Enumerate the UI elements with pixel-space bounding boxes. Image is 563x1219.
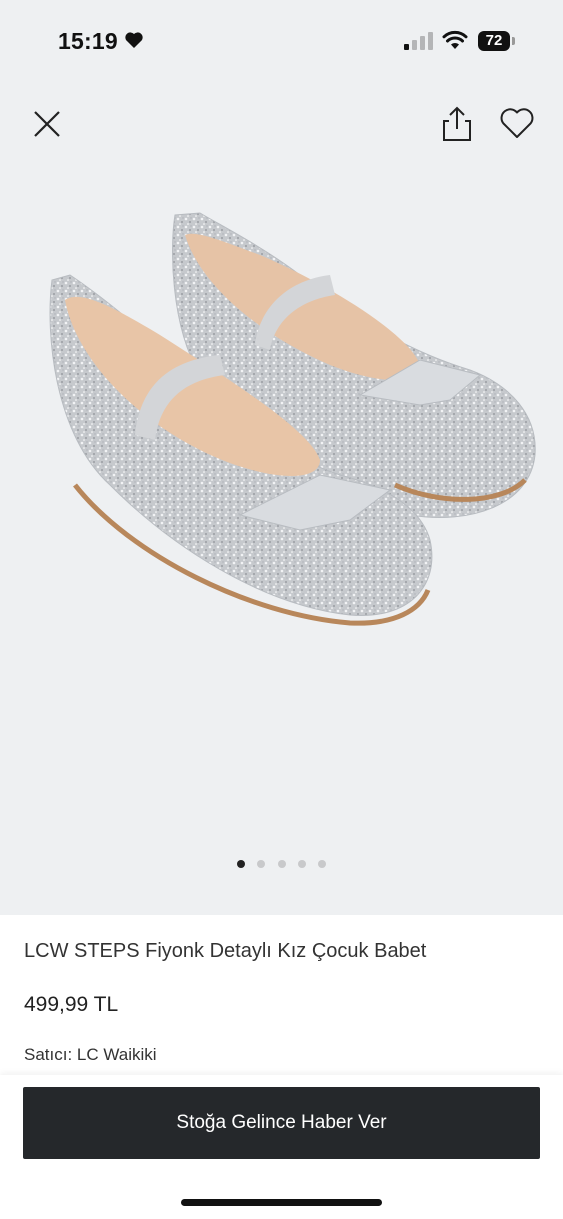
pagination-dot-3[interactable]	[277, 860, 286, 868]
wifi-icon	[442, 30, 468, 55]
close-icon[interactable]	[30, 107, 64, 141]
pagination-dot-5[interactable]	[318, 860, 327, 868]
battery-icon: 72	[478, 31, 510, 51]
status-time: 15:19	[58, 28, 118, 54]
pagination-dot-4[interactable]	[297, 860, 306, 868]
notify-when-in-stock-button[interactable]: Stoğa Gelince Haber Ver	[23, 1087, 540, 1159]
gallery-pagination	[0, 855, 563, 869]
status-bar: 15:19 72	[0, 0, 563, 85]
product-seller[interactable]: Satıcı: LC Waikiki	[24, 1045, 157, 1065]
gallery-top-actions	[0, 85, 563, 165]
heart-icon	[124, 31, 144, 54]
pagination-dot-1[interactable]	[236, 860, 245, 868]
bottom-action-bar: Stoğa Gelince Haber Ver	[0, 1075, 563, 1219]
product-price: 499,99 TL	[24, 993, 119, 1016]
pagination-dot-2[interactable]	[257, 860, 266, 868]
battery-cap	[512, 37, 515, 45]
home-indicator	[181, 1199, 382, 1206]
product-image-shoes[interactable]	[0, 185, 563, 745]
heart-outline-icon[interactable]	[498, 105, 536, 141]
signal-icon	[404, 32, 434, 55]
product-title: LCW STEPS Fiyonk Detaylı Kız Çocuk Babet	[24, 940, 427, 962]
product-gallery[interactable]	[0, 85, 563, 915]
share-icon[interactable]	[440, 105, 474, 143]
